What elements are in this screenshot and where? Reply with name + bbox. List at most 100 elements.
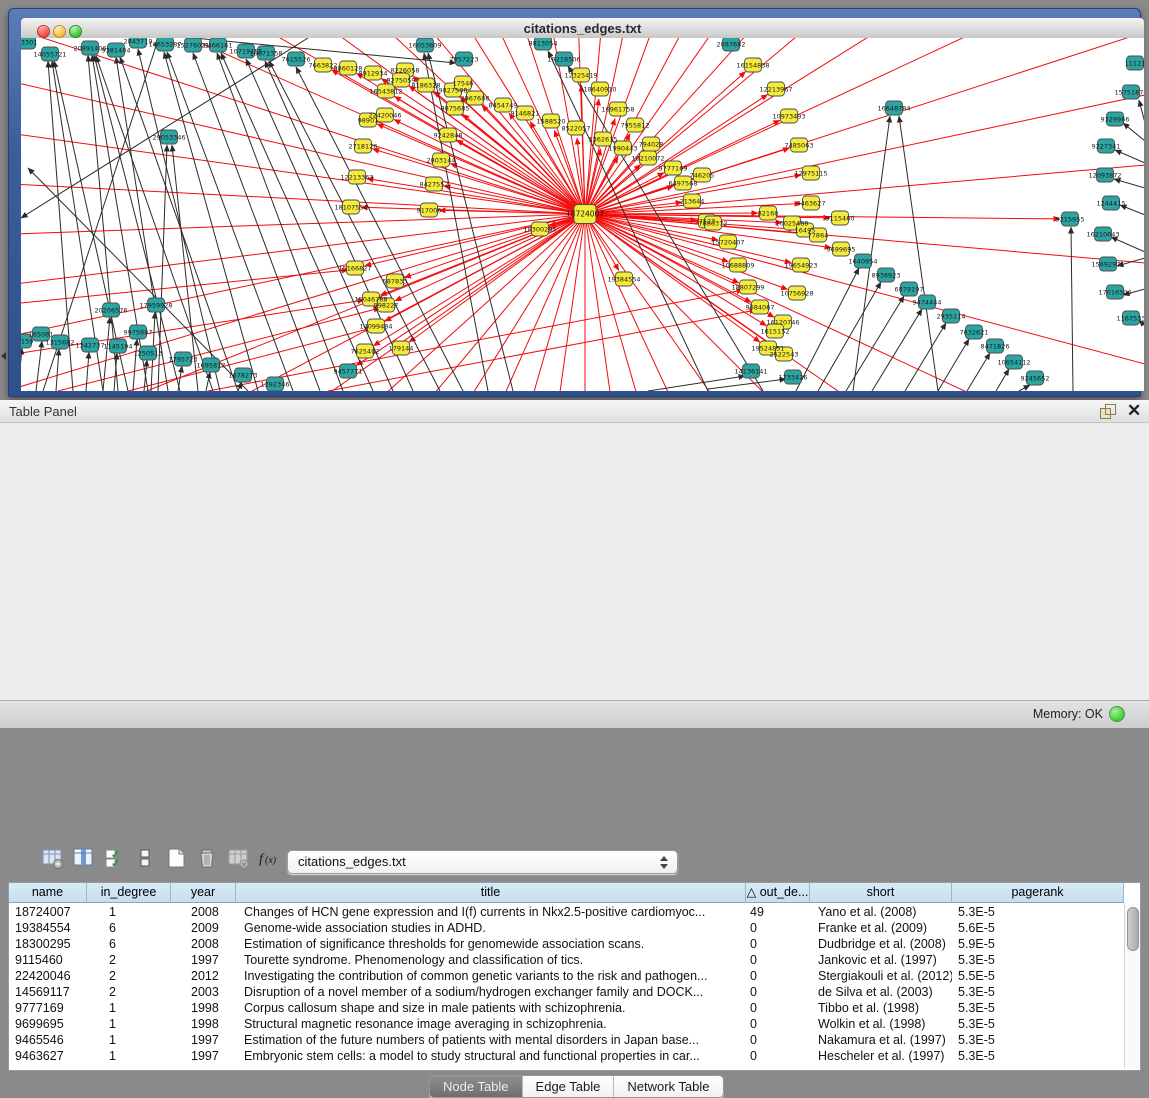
- function-builder-icon[interactable]: f(x): [257, 846, 285, 874]
- dropdown-up-arrow-icon: [660, 856, 668, 861]
- network-node-label: 82160: [758, 209, 779, 217]
- network-node-label: 8813054: [529, 39, 558, 47]
- network-node-label: 7955812: [621, 121, 650, 129]
- network-node-label: 19218506: [547, 55, 580, 63]
- table-row[interactable]: 946362711997Embryonic stem cells: a mode…: [9, 1048, 1124, 1064]
- collapse-arrow-icon[interactable]: [1, 352, 6, 360]
- network-node-label: 1640954: [849, 257, 878, 265]
- table-row[interactable]: 2242004622012Investigating the contribut…: [9, 968, 1124, 984]
- network-node-label: 18107554: [334, 203, 367, 211]
- table-header-row: namein_degreeyeartitle△ out_de...shortpa…: [9, 883, 1124, 903]
- svg-text:✓: ✓: [111, 858, 120, 870]
- network-node-label: 9146821: [511, 109, 540, 117]
- table-cell: 9699695: [9, 1016, 87, 1032]
- table-cell: 5.3E-5: [952, 952, 1124, 968]
- table-cell: 0: [746, 968, 810, 984]
- network-node-label: 9975887: [124, 328, 153, 336]
- table-cell: 6: [87, 920, 171, 936]
- network-node-label: 10654112: [997, 358, 1030, 366]
- table-row[interactable]: 1938455462009Genome-wide association stu…: [9, 920, 1124, 936]
- table-settings-icon[interactable]: [40, 846, 68, 874]
- network-node-label: 6879197: [895, 285, 924, 293]
- table-cell: 6: [87, 936, 171, 952]
- table-cell: 2008: [171, 904, 236, 920]
- table-cell: 5.3E-5: [952, 1000, 1124, 1016]
- table-cell: 2008: [171, 936, 236, 952]
- network-node-label: 7857223: [450, 55, 479, 63]
- table-row[interactable]: 1456911722003Disruption of a novel membe…: [9, 984, 1124, 1000]
- column-header-pagerank[interactable]: pagerank: [952, 883, 1124, 903]
- network-canvas[interactable]: 1872400718300295193845547663822986012889…: [21, 38, 1144, 391]
- table-panel-header: Table Panel ✕: [0, 400, 1149, 423]
- network-node-label: 7625402: [351, 347, 380, 355]
- table-cell: Nakamura et al. (1997): [810, 1032, 952, 1048]
- scrollbar-thumb[interactable]: [1127, 907, 1139, 951]
- network-node-label: 16648784: [877, 104, 910, 112]
- tab-network-table[interactable]: Network Table: [614, 1076, 722, 1097]
- table-row[interactable]: 911546021997Tourette syndrome. Phenomeno…: [9, 952, 1124, 968]
- tab-edge-table[interactable]: Edge Table: [523, 1076, 615, 1097]
- network-window[interactable]: citations_edges.txt 18724007183002951938…: [8, 8, 1141, 397]
- column-header-out_de[interactable]: △ out_de...: [746, 883, 810, 903]
- network-node-label: 1315682: [46, 338, 75, 346]
- table-row[interactable]: 1872400712008Changes of HCN gene express…: [9, 904, 1124, 920]
- delete-table-icon[interactable]: ✕: [226, 846, 254, 874]
- network-node-label: 9684067: [746, 303, 775, 311]
- table-cell: Wolkin et al. (1998): [810, 1016, 952, 1032]
- table-row[interactable]: 969969511998Structural magnetic resonanc…: [9, 1016, 1124, 1032]
- clear-selection-icon[interactable]: [133, 846, 161, 874]
- network-node-label: 8454749: [489, 101, 518, 109]
- network-window-titlebar[interactable]: citations_edges.txt: [21, 18, 1144, 39]
- network-node-label: 1292346: [261, 380, 290, 388]
- show-columns-icon[interactable]: [71, 846, 99, 874]
- network-node-label: 1362615: [589, 135, 618, 143]
- float-panel-icon[interactable]: [1100, 404, 1115, 418]
- table-cell: 5.3E-5: [952, 984, 1124, 1000]
- table-panel: Table Panel ✕ ✓✓✕f(x) citations_edges.tx…: [0, 400, 1149, 727]
- table-row[interactable]: 977716911998Corpus callosum shape and si…: [9, 1000, 1124, 1016]
- table-cell: Embryonic stem cells: a model to study s…: [236, 1048, 746, 1064]
- close-panel-icon[interactable]: ✕: [1127, 401, 1141, 421]
- table-cell: 0: [746, 1016, 810, 1032]
- new-table-icon[interactable]: [164, 846, 192, 874]
- table-cell: 0: [746, 952, 810, 968]
- table-row[interactable]: 1830029562008Estimation of significance …: [9, 936, 1124, 952]
- network-node-label: 16961758: [601, 105, 634, 113]
- network-node-label: 10756928: [780, 289, 813, 297]
- network-node-label: 17546: [453, 79, 474, 87]
- network-node-label: 1250513: [134, 349, 163, 357]
- network-node-label: 9463627: [797, 199, 826, 207]
- delete-entries-icon[interactable]: [195, 846, 223, 874]
- table-cell: Estimation of the future numbers of pati…: [236, 1032, 746, 1048]
- network-node-label: 1795723: [169, 355, 198, 363]
- column-header-short[interactable]: short: [810, 883, 952, 903]
- column-header-title[interactable]: title: [236, 883, 746, 903]
- network-node-label: 7485063: [785, 141, 814, 149]
- column-header-in_degree[interactable]: in_degree: [87, 883, 171, 903]
- table-cell: 0: [746, 984, 810, 1000]
- network-node-label: 8522057: [562, 124, 591, 132]
- network-node-label: 14099484: [359, 322, 392, 330]
- table-select-dropdown[interactable]: citations_edges.txt: [287, 850, 678, 874]
- column-header-year[interactable]: year: [171, 883, 236, 903]
- dropdown-down-arrow-icon: [660, 864, 668, 869]
- table-cell: 5.3E-5: [952, 904, 1124, 920]
- network-node-label: 9242848: [434, 131, 463, 139]
- network-node-label: 9777169: [659, 164, 688, 172]
- table-cell: 5.9E-5: [952, 936, 1124, 952]
- column-header-name[interactable]: name: [9, 883, 87, 903]
- table-cell: Stergiakouli et al. (2012): [810, 968, 952, 984]
- select-all-icon[interactable]: ✓✓: [102, 846, 130, 874]
- network-node-label: 15166827: [338, 264, 371, 272]
- network-node-label: 29053346: [152, 133, 185, 141]
- tab-node-table[interactable]: Node Table: [430, 1076, 523, 1097]
- network-node-label: 16210072: [631, 154, 664, 162]
- table-cell: 1: [87, 1016, 171, 1032]
- network-node-label: 8226058: [391, 66, 420, 74]
- table-row[interactable]: 946554611997Estimation of the future num…: [9, 1032, 1124, 1048]
- network-node-label: 1342737: [76, 341, 105, 349]
- vertical-scrollbar[interactable]: [1124, 903, 1140, 1068]
- table-cell: 0: [746, 1048, 810, 1064]
- network-node-label: 6497568: [669, 179, 698, 187]
- table-cell: 1: [87, 1000, 171, 1016]
